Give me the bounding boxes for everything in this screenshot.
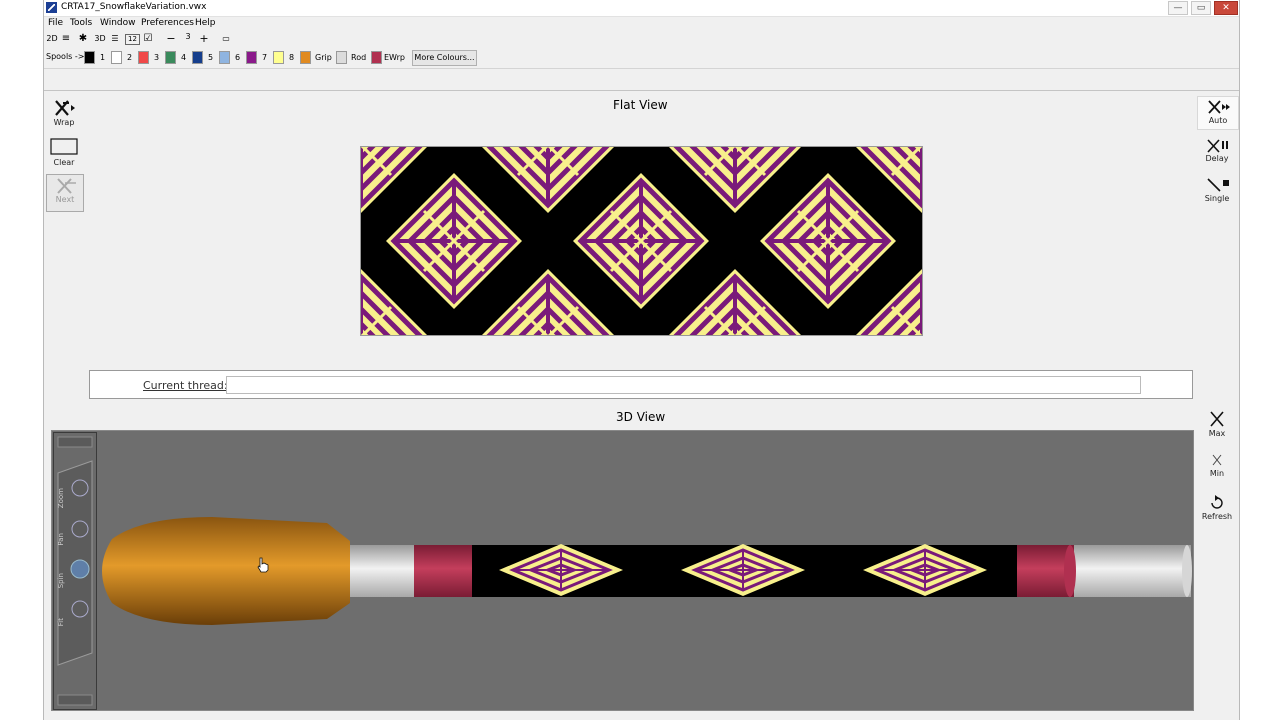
minimize-icon: —: [1173, 3, 1183, 13]
spool-swatch-7[interactable]: [246, 51, 257, 64]
maximize-icon: ▭: [1196, 3, 1206, 13]
numbering-icon[interactable]: 12: [125, 34, 140, 45]
delay-button[interactable]: Delay: [1197, 136, 1237, 163]
clear-label: Clear: [53, 158, 75, 167]
max-button[interactable]: Max: [1197, 409, 1237, 438]
close-button[interactable]: ✕: [1214, 1, 1238, 15]
increase-button[interactable]: +: [199, 33, 209, 45]
menu-help[interactable]: Help: [195, 18, 216, 28]
grip-label[interactable]: Grip: [315, 53, 332, 62]
view-toolbar: 2D ≡ ✱ 3D ☰ 12 ☑ − 3 + ▭: [44, 31, 1239, 47]
spool-num-3[interactable]: 3: [154, 53, 159, 62]
menu-tools[interactable]: Tools: [70, 18, 92, 28]
view-2d-button[interactable]: 2D: [46, 33, 58, 45]
spool-swatch-6[interactable]: [219, 51, 230, 64]
ewrp-label[interactable]: EWrp: [384, 53, 405, 62]
next-button[interactable]: Next: [46, 174, 84, 212]
window-title: CRTA17_SnowflakeVariation.vwx: [61, 2, 207, 12]
max-icon: [1210, 411, 1224, 427]
view-3d-title: 3D View: [616, 410, 666, 424]
count-value: 3: [185, 32, 191, 41]
app-window: CRTA17_SnowflakeVariation.vwx — ▭ ✕ File…: [43, 0, 1240, 720]
status-strip: [44, 68, 1239, 91]
more-colours-button[interactable]: More Colours...: [412, 50, 477, 66]
minimize-button[interactable]: —: [1168, 1, 1188, 15]
grip-swatch[interactable]: [300, 51, 311, 64]
spool-num-7[interactable]: 7: [262, 53, 267, 62]
title-bar: CRTA17_SnowflakeVariation.vwx — ▭ ✕: [44, 0, 1239, 17]
min-icon: [1212, 454, 1222, 466]
decrease-button[interactable]: −: [166, 33, 176, 45]
ewrp-swatch[interactable]: [371, 51, 382, 64]
spool-swatch-5[interactable]: [192, 51, 203, 64]
current-thread-panel: Current thread:: [89, 370, 1193, 399]
refresh-label: Refresh: [1201, 512, 1233, 521]
wrap-icon: [55, 100, 75, 116]
wrap-label: Wrap: [53, 118, 75, 127]
document-icon[interactable]: ☰: [110, 33, 120, 45]
spool-swatch-1[interactable]: [84, 51, 95, 64]
tools-icon[interactable]: ✱: [78, 33, 88, 45]
spool-num-4[interactable]: 4: [181, 53, 186, 62]
view-controls: Zoom Pan Spin Fit: [53, 432, 97, 710]
clear-icon: [50, 138, 78, 155]
flat-view-title: Flat View: [613, 98, 668, 112]
spools-label: Spools ->: [46, 52, 85, 61]
flat-view-canvas[interactable]: [360, 146, 923, 336]
checklist-icon[interactable]: ☑: [143, 33, 153, 45]
single-icon: [1207, 178, 1229, 192]
rod-swatch[interactable]: [336, 51, 347, 64]
delay-icon: [1207, 139, 1228, 153]
spool-num-5[interactable]: 5: [208, 53, 213, 62]
spool-num-6[interactable]: 6: [235, 53, 240, 62]
spool-num-1[interactable]: 1: [100, 53, 105, 62]
pan-control[interactable]: Pan: [57, 533, 65, 546]
spool-num-8[interactable]: 8: [289, 53, 294, 62]
app-icon: [46, 2, 57, 13]
spin-control[interactable]: Spin: [57, 573, 65, 588]
current-thread-label: Current thread:: [143, 379, 228, 392]
wrap-button[interactable]: Wrap: [46, 98, 82, 127]
rod-render: [102, 517, 1192, 625]
clear-button[interactable]: Clear: [46, 138, 82, 167]
flat-view-pattern: [361, 147, 922, 335]
ruler-icon[interactable]: ▭: [219, 33, 233, 45]
view-controls-graphic: [57, 436, 93, 706]
view-3d-canvas[interactable]: Zoom Pan Spin Fit: [51, 430, 1194, 711]
spool-num-2[interactable]: 2: [127, 53, 132, 62]
zoom-control[interactable]: Zoom: [57, 488, 65, 508]
spool-swatch-4[interactable]: [165, 51, 176, 64]
refresh-icon: [1211, 495, 1223, 509]
refresh-button[interactable]: Refresh: [1197, 495, 1237, 521]
auto-button[interactable]: Auto: [1197, 96, 1239, 130]
list-icon[interactable]: ≡: [61, 33, 71, 45]
spool-swatch-3[interactable]: [138, 51, 149, 64]
next-icon: [57, 178, 76, 194]
fit-control[interactable]: Fit: [57, 618, 65, 626]
single-button[interactable]: Single: [1197, 175, 1237, 203]
menu-file[interactable]: File: [48, 18, 63, 28]
close-icon: ✕: [1222, 3, 1230, 13]
spools-toolbar: Spools -> 1 2 3 4 5 6 7 8 Grip Rod EWrp …: [44, 48, 1239, 67]
hand-cursor-icon: [257, 557, 269, 573]
single-label: Single: [1204, 194, 1230, 203]
rod-label[interactable]: Rod: [351, 53, 366, 62]
menu-bar: File Tools Window Preferences Help: [44, 16, 1239, 31]
spool-swatch-8[interactable]: [273, 51, 284, 64]
maximize-button[interactable]: ▭: [1191, 1, 1211, 15]
view-3d-button[interactable]: 3D: [93, 33, 107, 45]
auto-icon: [1208, 100, 1230, 114]
min-label: Min: [1209, 469, 1225, 478]
spool-swatch-2[interactable]: [111, 51, 122, 64]
menu-window[interactable]: Window: [100, 18, 136, 28]
min-button[interactable]: Min: [1197, 452, 1237, 478]
auto-label: Auto: [1208, 116, 1228, 125]
menu-preferences[interactable]: Preferences: [141, 18, 194, 28]
current-thread-field[interactable]: [226, 376, 1141, 394]
